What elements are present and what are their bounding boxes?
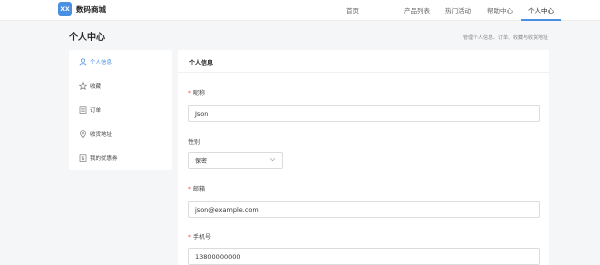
nickname-input[interactable]: Json — [188, 105, 540, 122]
profile-card: 个人信息 * 昵称 Json 性别 保密 * 邮箱 json@example.com… — [178, 50, 549, 265]
user-icon — [79, 58, 87, 66]
top-navigation-bar: XX 数码商城 首页 产品列表 热门活动 帮助中心 个人中心 — [0, 0, 600, 21]
sidebar-item-label: 订单 — [90, 108, 102, 114]
nav-active-indicator — [521, 19, 561, 21]
sidebar-item-coupons[interactable]: $ 我的优惠券 — [69, 151, 172, 165]
sidebar-item-addresses[interactable]: 收货地址 — [69, 127, 172, 141]
nav-help[interactable]: 帮助中心 — [487, 5, 513, 15]
sidebar: 个人信息 收藏 订单 收货地址 $ 我的优惠券 — [69, 50, 172, 170]
brand-name[interactable]: 数码商城 — [76, 4, 106, 15]
list-icon — [79, 106, 87, 114]
coupon-icon: $ — [79, 154, 87, 162]
phone-label-text: 手机号 — [193, 234, 212, 241]
email-label: * 邮箱 — [188, 184, 205, 193]
sidebar-item-profile[interactable]: 个人信息 — [69, 55, 172, 69]
nav-events[interactable]: 热门活动 — [445, 5, 471, 15]
phone-input[interactable]: 13800000000 — [188, 248, 540, 265]
sidebar-item-favorites[interactable]: 收藏 — [69, 79, 172, 93]
svg-text:$: $ — [81, 156, 84, 162]
sidebar-item-orders[interactable]: 订单 — [69, 103, 172, 117]
nickname-label-text: 昵称 — [193, 90, 206, 97]
sidebar-item-label: 我的优惠券 — [90, 156, 118, 162]
sidebar-item-label: 个人信息 — [90, 60, 113, 66]
sidebar-item-label: 收藏 — [90, 84, 102, 90]
gender-label: 性别 — [188, 139, 201, 146]
logo[interactable]: XX — [58, 2, 72, 16]
required-mark: * — [188, 186, 191, 193]
nav-profile[interactable]: 个人中心 — [528, 5, 554, 15]
location-icon — [79, 130, 87, 138]
gender-selected-value: 保密 — [195, 158, 208, 165]
gender-select[interactable]: 保密 — [188, 152, 283, 169]
sidebar-item-label: 收货地址 — [90, 132, 113, 138]
chevron-down-icon — [269, 157, 276, 164]
email-label-text: 邮箱 — [193, 186, 206, 193]
nav-home[interactable]: 首页 — [346, 5, 359, 15]
card-title: 个人信息 — [189, 60, 214, 67]
page-title: 个人中心 — [69, 33, 106, 43]
phone-label: * 手机号 — [188, 232, 211, 241]
star-icon — [79, 82, 87, 90]
nickname-label: * 昵称 — [188, 88, 205, 97]
card-divider — [178, 72, 549, 73]
required-mark: * — [188, 234, 191, 241]
email-input[interactable]: json@example.com — [188, 201, 540, 218]
required-mark: * — [188, 90, 191, 97]
nav-products[interactable]: 产品列表 — [404, 5, 430, 15]
page-subtitle: 管理个人信息、订单、收藏与收货地址 — [462, 35, 548, 41]
